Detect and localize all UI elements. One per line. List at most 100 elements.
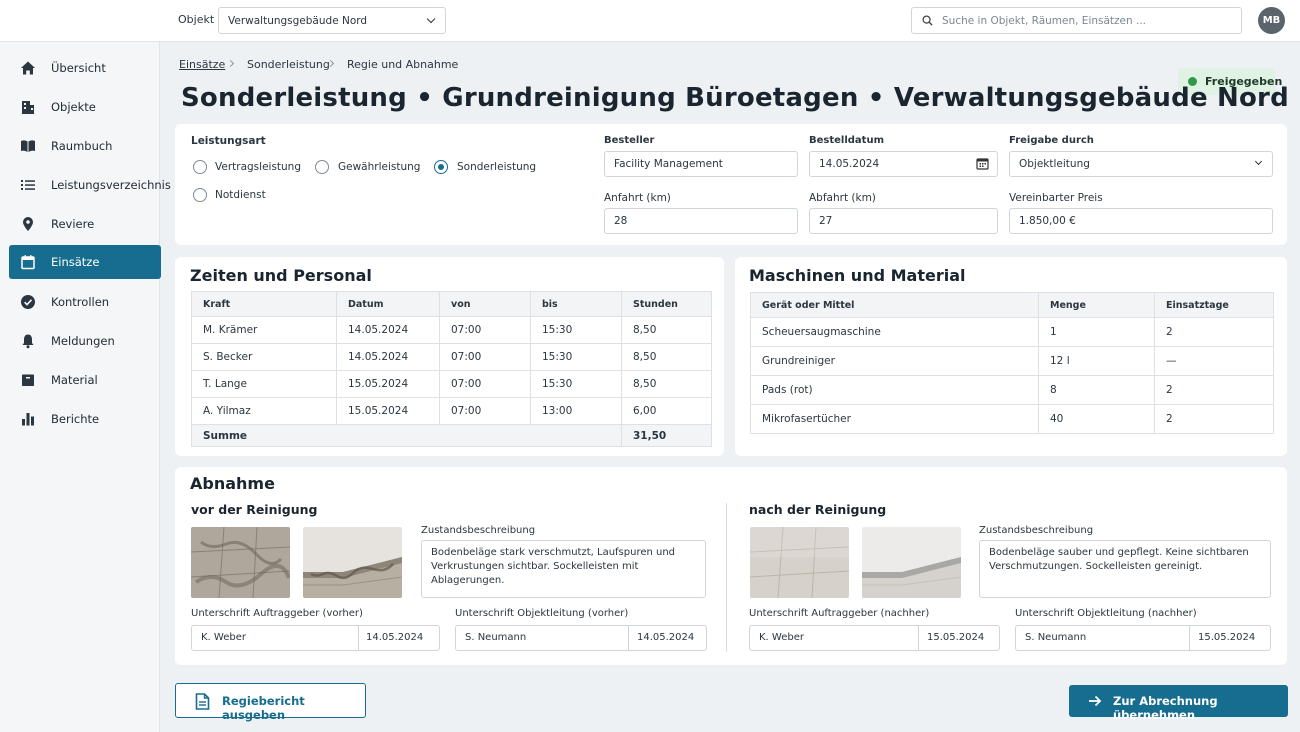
- column-header: bis: [530, 291, 622, 317]
- preis-field[interactable]: 1.850,00 €: [1009, 208, 1273, 234]
- chevron-right-icon: [226, 59, 235, 68]
- abfahrt-field[interactable]: 27: [809, 208, 998, 234]
- breadcrumb-einsaetze[interactable]: Einsätze: [179, 58, 225, 71]
- bestelldatum-field[interactable]: 14.05.2024: [809, 151, 998, 177]
- before-sig-client-field[interactable]: K. Weber 14.05.2024: [191, 625, 440, 651]
- table-row[interactable]: S. Becker 14.05.2024 07:00 15:30 8,50: [191, 343, 712, 371]
- object-select[interactable]: Verwaltungsgebäude Nord: [218, 7, 446, 34]
- besteller-label: Besteller: [604, 135, 655, 146]
- sidebar-item-label: Leistungsverzeichnis: [51, 178, 171, 192]
- radio-gewaehrleistung[interactable]: [315, 160, 329, 174]
- sig-date: 14.05.2024: [366, 632, 424, 643]
- sig-date: 15.05.2024: [1198, 632, 1256, 643]
- freigabe-value: Objektleitung: [1019, 158, 1090, 170]
- sidebar-item-einsaetze[interactable]: Einsätze: [9, 245, 161, 279]
- cell-geraet: Scheuersaugmaschine: [750, 317, 1039, 347]
- anfahrt-field[interactable]: 28: [604, 208, 798, 234]
- preis-label: Vereinbarter Preis: [1009, 192, 1103, 204]
- photo-before-baseboard[interactable]: [303, 527, 402, 598]
- anfahrt-label: Anfahrt (km): [604, 192, 671, 204]
- sig-date: 15.05.2024: [927, 632, 985, 643]
- before-desc-field[interactable]: Bodenbeläge stark verschmutzt, Laufspure…: [421, 540, 706, 598]
- cell-datum: 15.05.2024: [336, 397, 440, 425]
- sig-date: 14.05.2024: [637, 632, 695, 643]
- sum-value: 31,50: [621, 424, 712, 447]
- sidebar-item-material[interactable]: Material: [9, 363, 161, 397]
- table-row[interactable]: Grundreiniger 12 l —: [750, 346, 1274, 376]
- table-row[interactable]: A. Yilmaz 15.05.2024 07:00 13:00 6,00: [191, 397, 712, 425]
- radio-sonderleistung[interactable]: [434, 160, 448, 174]
- sidebar-item-leistungsverzeichnis[interactable]: Leistungsverzeichnis: [9, 168, 171, 202]
- radio-label: Gewährleistung: [338, 161, 421, 173]
- search-input[interactable]: Suche in Objekt, Räumen, Einsätzen ...: [911, 7, 1242, 34]
- object-label: Objekt: [178, 13, 215, 26]
- sidebar-item-reviere[interactable]: Reviere: [9, 207, 161, 241]
- list-icon: [21, 180, 35, 190]
- cell-bis: 15:30: [530, 316, 622, 344]
- before-title: vor der Reinigung: [191, 502, 318, 517]
- photo-before-floor[interactable]: [191, 527, 290, 598]
- cell-kraft: A. Yilmaz: [191, 397, 337, 425]
- cell-bis: 13:00: [530, 397, 622, 425]
- after-sig-lead-field[interactable]: S. Neumann 15.05.2024: [1015, 625, 1271, 651]
- field-divider: [1189, 626, 1190, 650]
- table-row[interactable]: Scheuersaugmaschine 1 2: [750, 317, 1274, 347]
- sig-name: K. Weber: [201, 632, 246, 643]
- object-select-value: Verwaltungsgebäude Nord: [228, 15, 368, 27]
- cell-von: 07:00: [439, 343, 531, 371]
- calendar-icon: [21, 255, 35, 270]
- chevron-down-icon: [1254, 157, 1263, 166]
- personal-table: Kraft Datum von bis Stunden M. Krämer 14…: [191, 291, 712, 447]
- sidebar-item-uebersicht[interactable]: Übersicht: [9, 51, 161, 85]
- home-icon: [21, 61, 35, 75]
- submit-button[interactable]: Zur Abrechnung übernehmen: [1069, 685, 1288, 722]
- column-header: von: [439, 291, 531, 317]
- after-sig-client-field[interactable]: K. Weber 15.05.2024: [749, 625, 1000, 651]
- freigabe-select[interactable]: Objektleitung: [1009, 151, 1273, 177]
- table-row[interactable]: T. Lange 15.05.2024 07:00 15:30 8,50: [191, 370, 712, 398]
- besteller-field[interactable]: Facility Management: [604, 151, 798, 177]
- sig-name: S. Neumann: [1025, 632, 1087, 643]
- after-desc-field[interactable]: Bodenbeläge sauber und gepflegt. Keine s…: [979, 540, 1271, 598]
- regiebericht-button[interactable]: Regiebericht ausgeben: [175, 683, 366, 722]
- calendar-icon[interactable]: [976, 157, 989, 170]
- anfahrt-value: 28: [614, 215, 628, 227]
- cell-datum: 15.05.2024: [336, 370, 440, 398]
- sidebar-item-meldungen[interactable]: Meldungen: [9, 324, 161, 358]
- arrow-right-icon: [1089, 695, 1102, 707]
- after-sig-lead-label: Unterschrift Objektleitung (nachher): [1015, 608, 1197, 619]
- material-title: Maschinen und Material: [749, 266, 966, 285]
- cell-stunden: 6,00: [621, 397, 712, 425]
- sidebar-item-berichte[interactable]: Berichte: [9, 402, 161, 436]
- table-row[interactable]: M. Krämer 14.05.2024 07:00 15:30 8,50: [191, 316, 712, 344]
- sidebar-item-raumbuch[interactable]: Raumbuch: [9, 129, 161, 163]
- avatar[interactable]: MB: [1258, 7, 1285, 34]
- sig-name: K. Weber: [759, 632, 804, 643]
- before-sig-lead-label: Unterschrift Objektleitung (vorher): [455, 608, 629, 619]
- bestelldatum-label: Bestelldatum: [809, 135, 884, 146]
- document-icon: [195, 693, 210, 710]
- photo-after-floor[interactable]: [750, 527, 849, 598]
- sidebar-item-label: Kontrollen: [51, 295, 110, 309]
- table-row[interactable]: Mikrofasertücher 40 2: [750, 404, 1274, 434]
- cell-von: 07:00: [439, 316, 531, 344]
- sidebar-item-kontrollen[interactable]: Kontrollen: [9, 285, 161, 319]
- radio-label: Sonderleistung: [457, 161, 537, 173]
- cell-datum: 14.05.2024: [336, 343, 440, 371]
- sidebar-item-label: Berichte: [51, 412, 100, 426]
- radio-label: Notdienst: [215, 189, 266, 201]
- table-row[interactable]: Pads (rot) 8 2: [750, 375, 1274, 405]
- photo-after-baseboard[interactable]: [862, 527, 961, 598]
- column-header: Kraft: [191, 291, 337, 317]
- radio-vertragsleistung[interactable]: [193, 160, 207, 174]
- radio-notdienst[interactable]: [193, 188, 207, 202]
- abnahme-title: Abnahme: [190, 474, 275, 493]
- personal-title: Zeiten und Personal: [190, 266, 372, 285]
- sidebar-item-label: Objekte: [51, 100, 96, 114]
- sidebar-item-label: Meldungen: [51, 334, 115, 348]
- sidebar-item-objekte[interactable]: Objekte: [9, 90, 161, 124]
- before-desc-label: Zustandsbeschreibung: [421, 525, 536, 536]
- book-icon: [21, 140, 35, 152]
- breadcrumb-sonderleistung[interactable]: Sonderleistung: [247, 58, 330, 71]
- before-sig-lead-field[interactable]: S. Neumann 14.05.2024: [455, 625, 707, 651]
